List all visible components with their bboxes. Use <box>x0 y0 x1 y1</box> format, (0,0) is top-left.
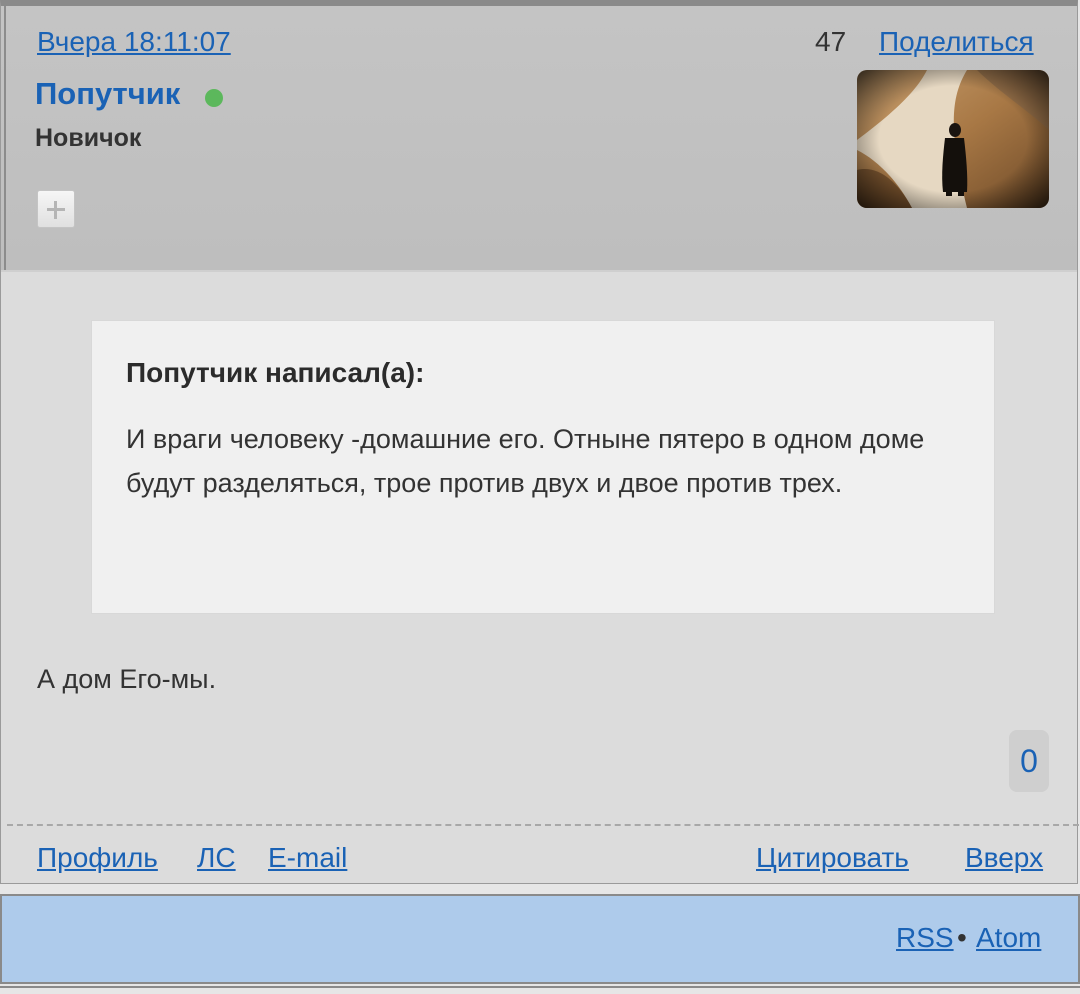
feed-links-bar: RSS • Atom <box>0 894 1080 984</box>
author-name[interactable]: Попутчик <box>35 72 180 116</box>
avatar <box>857 70 1049 208</box>
quote-block: Попутчик написал(а): И враги человеку -д… <box>91 320 995 614</box>
quote-title: Попутчик написал(а): <box>126 357 425 388</box>
expand-plus-button[interactable] <box>37 190 75 228</box>
quote-link[interactable]: Цитировать <box>756 840 909 876</box>
forum-post: Вчера 18:11:07 47 Поделиться Попутчик Но… <box>0 0 1079 884</box>
post-number: 47 <box>815 26 847 57</box>
like-counter-button[interactable]: 0 <box>1009 730 1049 792</box>
atom-link[interactable]: Atom <box>976 920 1041 956</box>
post-date-link[interactable]: Вчера 18:11:07 <box>37 24 231 60</box>
private-message-link[interactable]: ЛС <box>197 840 236 876</box>
share-link[interactable]: Поделиться <box>879 24 1034 60</box>
forum-page: Вчера 18:11:07 47 Поделиться Попутчик Но… <box>0 0 1080 994</box>
email-link[interactable]: E-mail <box>268 840 347 876</box>
post-message: А дом Его-мы. <box>37 664 217 694</box>
bottom-border <box>0 986 1080 994</box>
rss-link[interactable]: RSS <box>896 920 954 956</box>
quote-text: И враги человеку -домашние его. Отныне п… <box>126 424 925 498</box>
online-status-icon <box>205 89 223 107</box>
back-to-top-link[interactable]: Вверх <box>965 840 1043 876</box>
author-rank: Новичок <box>35 124 142 152</box>
feed-separator: • <box>957 922 967 953</box>
monk-walking-road-avatar <box>857 70 1049 208</box>
footer-divider <box>7 824 1079 826</box>
post-header: Вчера 18:11:07 47 Поделиться Попутчик Но… <box>1 6 1077 272</box>
profile-link[interactable]: Профиль <box>37 840 158 876</box>
